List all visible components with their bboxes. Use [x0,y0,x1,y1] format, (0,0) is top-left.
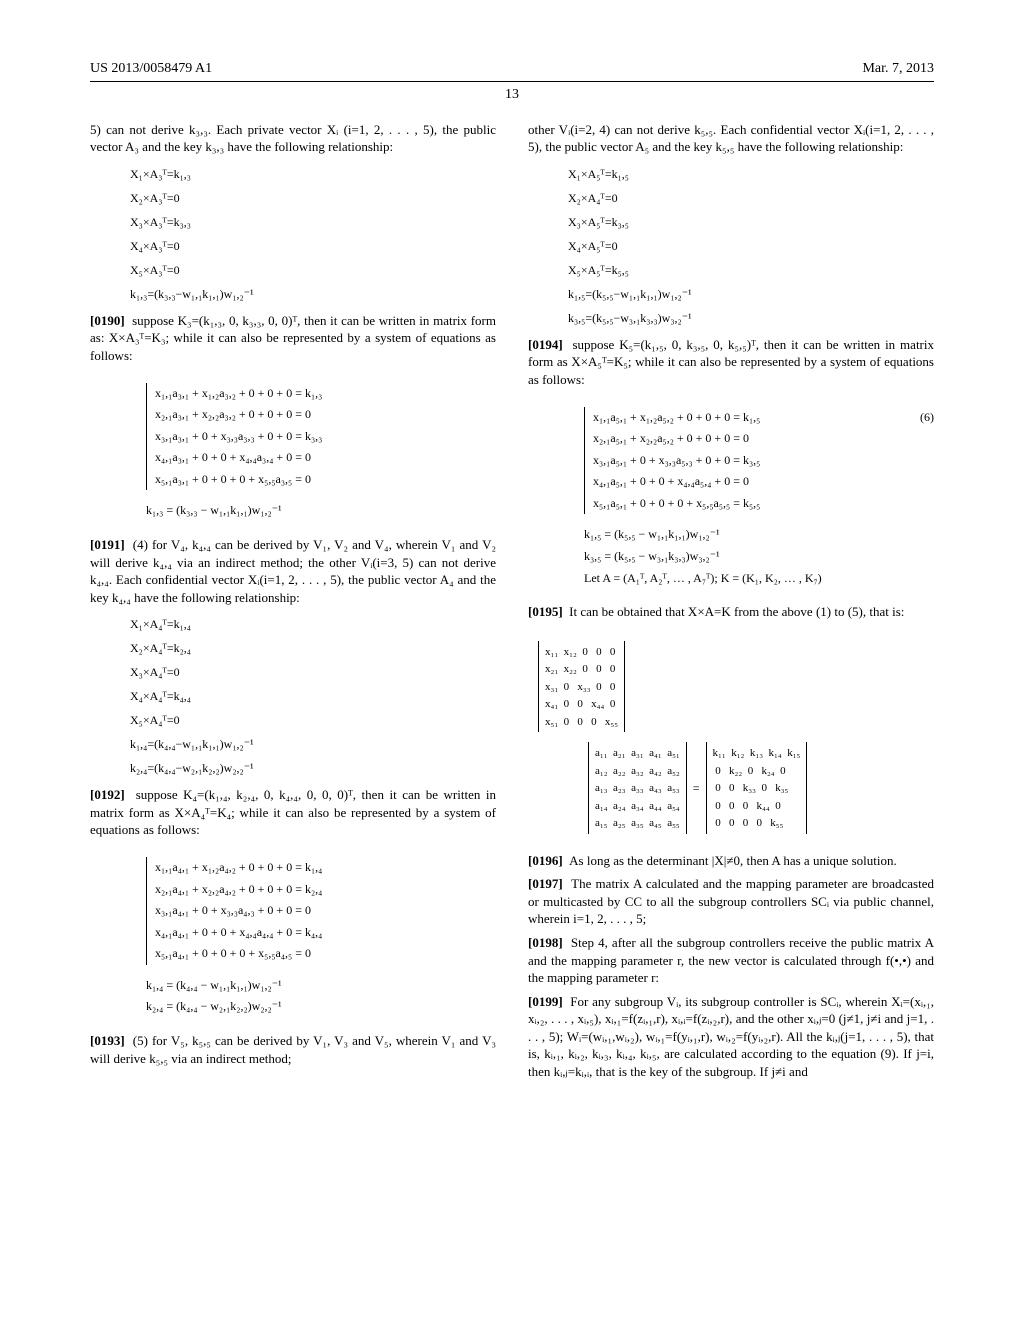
eq-line: x₂,₁a₅,₁ + x₂,₂a₅,₂ + 0 + 0 + 0 = 0 [593,428,934,450]
eq-line: Let A = (A₁ᵀ, A₂ᵀ, … , A₇ᵀ); K = (K₁, K₂… [584,568,934,590]
eq-line: X₂×A₄ᵀ=k₂,₄ [130,636,496,660]
para-0199: [0199] For any subgroup Vᵢ, its subgroup… [528,993,934,1081]
eq-line: k₁,₃ = (k₃,₃ − w₁,₁k₁,₁)w₁,₂⁻¹ [146,500,496,522]
eq-line: k₂,₄ = (k₄,₄ − w₂,₁k₂,₂)w₂,₂⁻¹ [146,996,496,1018]
equals-sign: = [693,780,700,796]
para-0196: [0196] As long as the determinant |X|≠0,… [528,852,934,870]
para-num: [0197] [528,876,563,891]
equation-block-a4: X₁×A₄ᵀ=k₁,₄ X₂×A₄ᵀ=k₂,₄ X₃×A₄ᵀ=0 X₄×A₄ᵀ=… [130,612,496,780]
eq-line: X₅×A₅ᵀ=k₅,₅ [568,258,934,282]
eq-line: X₁×A₅ᵀ=k₁,₅ [568,162,934,186]
para-text: It can be obtained that X×A=K from the a… [569,604,904,619]
para-text: (4) for V₄, k₄,₄ can be derived by V₁, V… [90,537,496,605]
para-num: [0193] [90,1033,125,1048]
eq-line: x₅,₁a₅,₁ + 0 + 0 + 0 + x₅,₅a₅,₅ = k₅,₅ [593,493,934,515]
page-number: 13 [90,86,934,105]
eq-line: x₁,₁a₅,₁ + x₁,₂a₅,₂ + 0 + 0 + 0 = k₁,₅ [593,407,934,429]
para-text: Step 4, after all the subgroup controlle… [528,935,934,985]
para-text: The matrix A calculated and the mapping … [528,876,934,926]
para-0195: [0195] It can be obtained that X×A=K fro… [528,603,934,621]
intro-left: 5) can not derive k₃,₃. Each private vec… [90,121,496,156]
publication-date: Mar. 7, 2013 [862,60,934,79]
para-text: suppose K₄=(k₁,₄, k₂,₄, 0, k₄,₄, 0, 0, 0… [90,787,496,837]
eq-line: x₅,₁a₄,₁ + 0 + 0 + 0 + x₅,₅a₄,₅ = 0 [155,943,496,965]
eq-line: k₁,₅ = (k₅,₅ − w₁,₁k₁,₁)w₁,₂⁻¹ [584,524,934,546]
page-header: US 2013/0058479 A1 Mar. 7, 2013 [90,60,934,82]
para-text: For any subgroup Vᵢ, its subgroup contro… [528,994,934,1079]
eq-line: X₅×A₄ᵀ=0 [130,708,496,732]
para-num: [0196] [528,853,563,868]
eq-line: X₄×A₅ᵀ=0 [568,234,934,258]
eq-line: x₄,₁a₄,₁ + 0 + 0 + x₄,₄a₄,₄ + 0 = k₄,₄ [155,922,496,944]
eq-line: X₅×A₃ᵀ=0 [130,258,496,282]
eq-line: x₃,₁a₅,₁ + 0 + x₃,₃a₅,₃ + 0 + 0 = k₃,₅ [593,450,934,472]
matrix-x-cells: x₁₁ x₁₂ 0 0 0 x₂₁ x₂₂ 0 0 0 x₃₁ 0 x₃₃ 0 … [545,646,618,728]
left-column: 5) can not derive k₃,₃. Each private vec… [90,121,496,1087]
para-0197: [0197] The matrix A calculated and the m… [528,875,934,928]
para-num: [0195] [528,604,563,619]
para-num: [0191] [90,537,125,552]
para-text: As long as the determinant |X|≠0, then A… [569,853,897,868]
system-a4: x₁,₁a₄,₁ + x₁,₂a₄,₂ + 0 + 0 + 0 = k₁,₄ x… [146,857,496,1018]
para-0193: [0193] (5) for V₅, k₅,₅ can be derived b… [90,1032,496,1067]
eq-line: k₃,₅=(k₅,₅−w₃,₁k₃,₃)w₃,₂⁻¹ [568,306,934,330]
matrix-equation: a₁₁ a₂₁ a₃₁ a₄₁ a₅₁ a₁₂ a₂₂ a₃₂ a₄₂ a₅₂ … [588,742,934,834]
eq-line: k₂,₄=(k₄,₄−w₂,₁k₂,₂)w₂,₂⁻¹ [130,756,496,780]
para-0198: [0198] Step 4, after all the subgroup co… [528,934,934,987]
para-num: [0190] [90,313,125,328]
eq-line: k₁,₄ = (k₄,₄ − w₁,₁k₁,₁)w₁,₂⁻¹ [146,975,496,997]
two-column-body: 5) can not derive k₃,₃. Each private vec… [90,121,934,1087]
para-0194: [0194] suppose K₅=(k₁,₅, 0, k₃,₅, 0, k₅,… [528,336,934,389]
eq-line: x₄,₁a₅,₁ + 0 + 0 + x₄,₄a₅,₄ + 0 = 0 [593,471,934,493]
intro-right: other Vᵢ(i=2, 4) can not derive k₅,₅. Ea… [528,121,934,156]
eq-line: x₂,₁a₃,₁ + x₂,₂a₃,₂ + 0 + 0 + 0 = 0 [155,404,496,426]
eq-line: k₁,₄=(k₄,₄−w₁,₁k₁,₁)w₁,₂⁻¹ [130,732,496,756]
matrix-a-cells: a₁₁ a₂₁ a₃₁ a₄₁ a₅₁ a₁₂ a₂₂ a₃₂ a₄₂ a₅₂ … [595,747,680,829]
eq-line: X₃×A₃ᵀ=k₃,₃ [130,210,496,234]
para-text: suppose K₃=(k₁,₃, 0, k₃,₃, 0, 0)ᵀ, then … [90,313,496,363]
eq-line: x₃,₁a₄,₁ + 0 + x₃,₃a₄,₃ + 0 + 0 = 0 [155,900,496,922]
para-num: [0194] [528,337,563,352]
eq-line: k₁,₃=(k₃,₃−w₁,₁k₁,₁)w₁,₂⁻¹ [130,282,496,306]
publication-number: US 2013/0058479 A1 [90,60,212,79]
equation-block-a5: X₁×A₅ᵀ=k₁,₅ X₂×A₄ᵀ=0 X₃×A₅ᵀ=k₃,₅ X₄×A₅ᵀ=… [568,162,934,330]
right-column: other Vᵢ(i=2, 4) can not derive k₅,₅. Ea… [528,121,934,1087]
eq-line: x₂,₁a₄,₁ + x₂,₂a₄,₂ + 0 + 0 + 0 = k₂,₄ [155,879,496,901]
eq-line: X₂×A₃ᵀ=0 [130,186,496,210]
para-num: [0198] [528,935,563,950]
para-num: [0192] [90,787,125,802]
para-0190: [0190] suppose K₃=(k₁,₃, 0, k₃,₃, 0, 0)ᵀ… [90,312,496,365]
eq-line: k₃,₅ = (k₅,₅ − w₃,₁k₃,₃)w₃,₂⁻¹ [584,546,934,568]
eq-line: x₄,₁a₃,₁ + 0 + 0 + x₄,₄a₃,₄ + 0 = 0 [155,447,496,469]
system-a3: x₁,₁a₃,₁ + x₁,₂a₃,₂ + 0 + 0 + 0 = k₁,₃ x… [146,383,496,523]
para-num: [0199] [528,994,563,1009]
para-text: (5) for V₅, k₅,₅ can be derived by V₁, V… [90,1033,496,1066]
eq-line: X₃×A₄ᵀ=0 [130,660,496,684]
eq-line: X₁×A₄ᵀ=k₁,₄ [130,612,496,636]
matrix-x: x₁₁ x₁₂ 0 0 0 x₂₁ x₂₂ 0 0 0 x₃₁ 0 x₃₃ 0 … [538,641,934,733]
patent-page: US 2013/0058479 A1 Mar. 7, 2013 13 5) ca… [0,0,1024,1320]
eq-line: x₃,₁a₃,₁ + 0 + x₃,₃a₃,₃ + 0 + 0 = k₃,₃ [155,426,496,448]
para-0192: [0192] suppose K₄=(k₁,₄, k₂,₄, 0, k₄,₄, … [90,786,496,839]
eq-line: x₅,₁a₃,₁ + 0 + 0 + 0 + x₅,₅a₃,₅ = 0 [155,469,496,491]
eq-line: x₁,₁a₃,₁ + x₁,₂a₃,₂ + 0 + 0 + 0 = k₁,₃ [155,383,496,405]
equation-block-a3: X₁×A₃ᵀ=k₁,₃ X₂×A₃ᵀ=0 X₃×A₃ᵀ=k₃,₃ X₄×A₃ᵀ=… [130,162,496,306]
eq-line: k₁,₅=(k₅,₅−w₁,₁k₁,₁)w₁,₂⁻¹ [568,282,934,306]
matrix-k-cells: k₁₁ k₁₂ k₁₃ k₁₄ k₁₅ 0 k₂₂ 0 k₂₄ 0 0 0 k₃… [713,747,801,829]
eq-line: X₃×A₅ᵀ=k₃,₅ [568,210,934,234]
system-a5: (6) x₁,₁a₅,₁ + x₁,₂a₅,₂ + 0 + 0 + 0 = k₁… [584,407,934,590]
para-0191: [0191] (4) for V₄, k₄,₄ can be derived b… [90,536,496,606]
para-text: suppose K₅=(k₁,₅, 0, k₃,₅, 0, k₅,₅)ᵀ, th… [528,337,934,387]
eq-line: x₁,₁a₄,₁ + x₁,₂a₄,₂ + 0 + 0 + 0 = k₁,₄ [155,857,496,879]
eq-line: X₂×A₄ᵀ=0 [568,186,934,210]
eq-line: X₄×A₃ᵀ=0 [130,234,496,258]
eq-line: X₄×A₄ᵀ=k₄,₄ [130,684,496,708]
equation-number: (6) [920,407,934,429]
eq-line: X₁×A₃ᵀ=k₁,₃ [130,162,496,186]
